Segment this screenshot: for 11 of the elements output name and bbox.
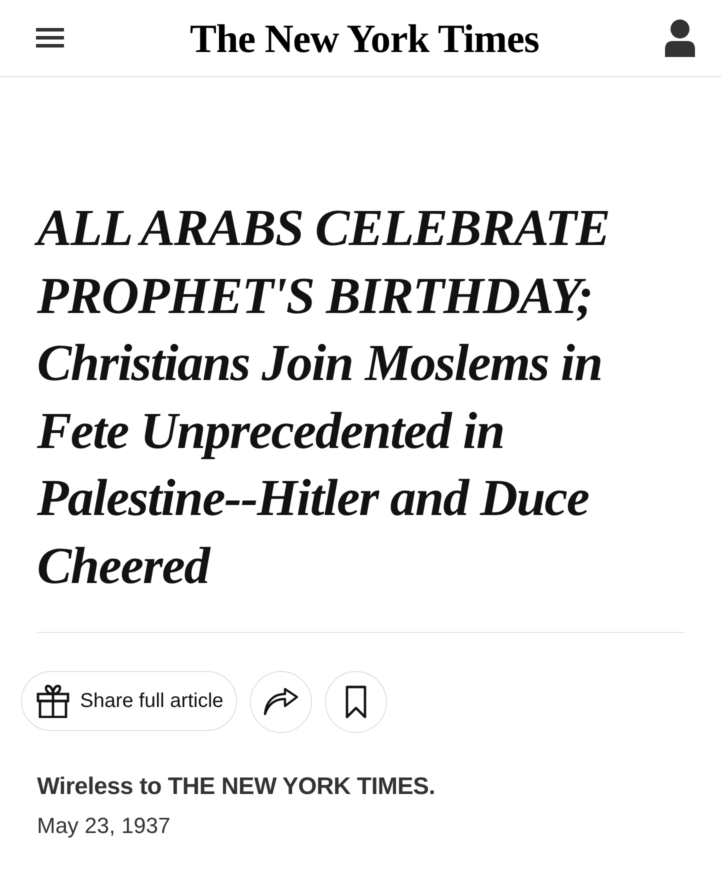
share-arrow-icon (263, 688, 300, 716)
byline: Wireless to THE NEW YORK TIMES. (37, 773, 436, 801)
menu-button[interactable] (36, 27, 64, 49)
person-icon (664, 19, 695, 57)
gift-icon (36, 684, 70, 718)
share-article-button[interactable]: Share full article (21, 671, 238, 731)
account-button[interactable] (664, 19, 695, 57)
publish-date: May 23, 1937 (37, 813, 172, 839)
menu-icon (36, 27, 64, 49)
bookmark-icon (345, 685, 368, 719)
logo[interactable]: The New York Times (190, 14, 540, 62)
